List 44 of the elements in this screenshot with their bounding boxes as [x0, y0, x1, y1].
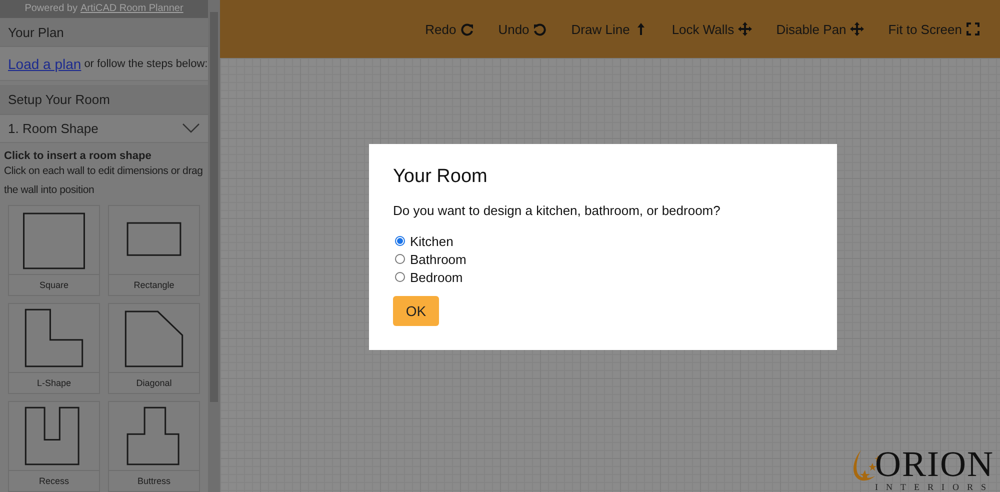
articad-link[interactable]: ArtiCAD Room Planner — [80, 0, 184, 18]
chevron-down-icon[interactable] — [182, 123, 200, 134]
room-shape-card[interactable]: Diagonal — [108, 302, 200, 394]
radio-button[interactable] — [395, 272, 405, 282]
toolbar-button[interactable]: Lock Walls — [660, 14, 764, 44]
redo-icon — [460, 22, 474, 36]
instructions-title: Click to insert a room shape — [3, 148, 152, 162]
shape-label: Square — [9, 274, 99, 295]
toolbar-button[interactable]: Draw Line — [559, 14, 660, 44]
room-shape-card[interactable]: Recess — [8, 400, 100, 492]
radio-label[interactable]: Bedroom — [410, 270, 463, 284]
toolbar-button[interactable]: Fit to Screen — [876, 14, 992, 44]
scrollbar[interactable] — [208, 0, 220, 492]
ok-button[interactable]: OK — [393, 296, 439, 326]
expand-icon — [966, 22, 980, 36]
toolbar-button[interactable]: Disable Pan — [764, 14, 876, 44]
room-shape-card[interactable]: Buttress — [108, 400, 200, 492]
radio-button[interactable] — [395, 254, 405, 264]
shape-label: Diagonal — [109, 372, 199, 393]
move-icon — [738, 22, 752, 36]
room-shape-card[interactable]: L-Shape — [8, 302, 100, 394]
shape-label: Rectangle — [109, 274, 199, 295]
instruction-text: or follow the steps below: — [84, 58, 208, 70]
section-heading: Setup Your Room — [0, 85, 208, 115]
room-shape-card[interactable]: Rectangle — [108, 204, 200, 296]
radio-button[interactable] — [395, 236, 405, 246]
instructions-text: Click on each wall to edit dimensions or drag the wall into position — [3, 164, 204, 198]
undo-icon — [533, 22, 548, 36]
room-shape-card[interactable]: Square — [8, 204, 100, 296]
dialog-question: Do you want to design a kitchen, bathroom, or bedroom? — [393, 203, 722, 218]
shape-label: Recess — [9, 470, 99, 491]
move-icon — [850, 22, 864, 36]
dialog-title: Your Room — [393, 166, 488, 188]
logo-tagline: INTERIORS — [875, 482, 994, 492]
shape-label: Buttress — [109, 470, 199, 491]
logo-name: ORION — [875, 446, 994, 482]
toolbar-button[interactable]: Redo — [413, 14, 486, 44]
shape-label: L-Shape — [9, 372, 99, 393]
section-heading: Your Plan — [0, 18, 208, 48]
radio-label[interactable]: Kitchen — [410, 234, 454, 248]
load-plan-link[interactable]: Load a plan — [8, 56, 82, 72]
radio-label[interactable]: Bathroom — [410, 252, 466, 266]
toolbar-button[interactable]: Undo — [486, 14, 560, 44]
powered-by-text: Powered by — [24, 2, 78, 16]
